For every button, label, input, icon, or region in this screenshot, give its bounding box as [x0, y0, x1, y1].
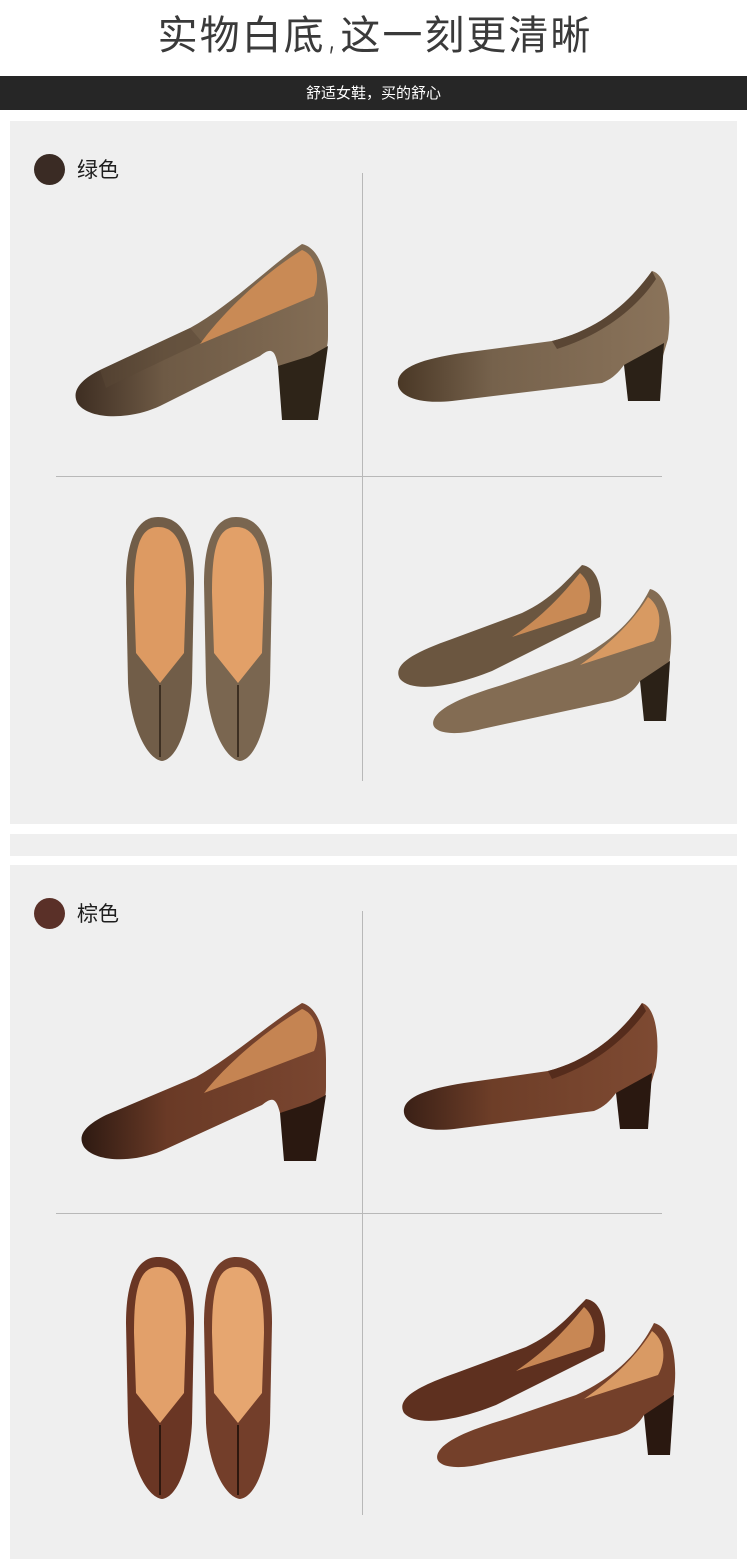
color-variant-panel-brown: 棕色	[10, 865, 737, 1559]
page-title: 实物白底,这一刻更清晰	[157, 13, 593, 59]
color-swatch-dot	[34, 153, 65, 185]
color-swatch-row: 绿色	[34, 153, 119, 185]
shoe-image-top-pair	[122, 1253, 282, 1503]
grid-divider-vertical	[362, 173, 363, 781]
color-swatch-label: 棕色	[77, 902, 119, 926]
color-swatch-row: 棕色	[34, 897, 119, 929]
shoe-image-top-pair	[122, 513, 282, 765]
color-variant-panel-green: 绿色	[10, 121, 737, 824]
grid-divider-horizontal	[56, 476, 662, 477]
section-spacer	[10, 834, 737, 856]
color-swatch-dot	[34, 897, 65, 929]
shoe-image-side-left	[70, 236, 340, 426]
shoe-image-side-right	[398, 1001, 668, 1141]
shoe-image-pair-angle	[392, 561, 682, 751]
grid-divider-horizontal	[56, 1213, 662, 1214]
shoe-image-pair-angle	[396, 1295, 686, 1485]
slogan-banner: 舒适女鞋，买的舒心	[0, 76, 747, 110]
shoe-image-side-right	[392, 269, 682, 409]
color-swatch-label: 绿色	[77, 158, 119, 182]
shoe-image-side-left	[76, 997, 338, 1167]
